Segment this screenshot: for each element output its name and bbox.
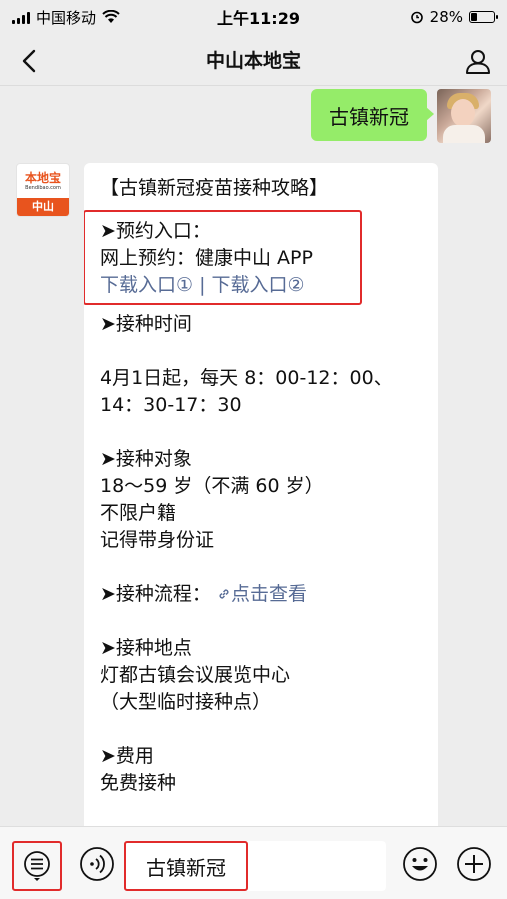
target-line-1: 18～59 岁（不满 60 岁）: [100, 475, 324, 497]
message-input[interactable]: 古镇新冠: [124, 841, 386, 891]
battery-icon: [469, 11, 498, 23]
booking-online: 网上预约：健康中山 APP: [100, 247, 313, 269]
time-line-1: 4月1日起，每天 8：00-12：00、: [100, 367, 393, 389]
emoji-icon: [403, 847, 437, 881]
time-line-2: 14：30-17：30: [100, 394, 242, 416]
link-icon: [219, 589, 229, 599]
voice-button[interactable]: [78, 845, 116, 883]
status-time: 上午11:29: [217, 9, 300, 28]
process-link-label: 点击查看: [230, 583, 307, 605]
input-value-box: 古镇新冠: [124, 841, 248, 891]
bot-avatar[interactable]: 本地宝 Bendibao.com 中山: [16, 163, 70, 217]
process-link[interactable]: 点击查看: [217, 583, 307, 605]
chevron-left-icon: [22, 49, 36, 73]
process-heading: ➤接种流程：: [100, 583, 211, 605]
location-line-2: （大型临时接种点）: [100, 691, 272, 713]
nav-bar: 中山本地宝: [0, 34, 507, 86]
target-line-3: 记得带身份证: [100, 529, 215, 551]
voice-icon: [80, 847, 114, 881]
process-line: ➤接种流程： 点击查看: [100, 581, 424, 608]
menu-list-icon: [24, 851, 50, 881]
status-bar: 中国移动 上午11:29 28%: [0, 0, 507, 34]
outgoing-bubble[interactable]: 古镇新冠: [311, 89, 434, 141]
plus-button[interactable]: [455, 845, 493, 883]
fee-heading: ➤费用: [100, 745, 154, 767]
alarm-icon: [410, 11, 423, 24]
bot-city-label: 中山: [17, 198, 69, 216]
plus-icon: [457, 847, 491, 881]
bot-logo-sub: Bendibao.com: [25, 185, 61, 191]
page-title: 中山本地宝: [205, 50, 301, 72]
signal-icon: [12, 11, 30, 24]
download-link-1[interactable]: 下载入口①: [100, 274, 193, 296]
outgoing-message: 古镇新冠: [311, 89, 491, 143]
carrier-label: 中国移动: [36, 8, 97, 27]
message-title: 【古镇新冠疫苗接种攻略】: [100, 177, 329, 199]
booking-highlight: ➤预约入口： 网上预约：健康中山 APP 下载入口① | 下载入口②: [84, 210, 362, 305]
link-separator: |: [193, 274, 212, 296]
outgoing-text: 古镇新冠: [329, 104, 409, 129]
incoming-message: 本地宝 Bendibao.com 中山 【古镇新冠疫苗接种攻略】 ➤预约入口： …: [16, 163, 438, 843]
menu-button[interactable]: [12, 841, 62, 891]
input-value: 古镇新冠: [146, 855, 226, 880]
incoming-bubble: 【古镇新冠疫苗接种攻略】 ➤预约入口： 网上预约：健康中山 APP 下载入口① …: [84, 163, 438, 843]
bot-logo-text: 本地宝: [24, 171, 61, 185]
bottom-toolbar: 古镇新冠: [0, 826, 507, 899]
fee-line-1: 免费接种: [100, 772, 177, 794]
target-line-2: 不限户籍: [100, 502, 177, 524]
status-right: 28%: [325, 8, 498, 26]
person-icon: [466, 50, 490, 74]
location-heading: ➤接种地点: [100, 637, 192, 659]
battery-percent: 28%: [429, 8, 463, 26]
emoji-button[interactable]: [401, 845, 439, 883]
user-avatar[interactable]: [437, 89, 491, 143]
back-button[interactable]: [14, 46, 44, 76]
status-left: 中国移动: [12, 7, 192, 28]
download-link-2[interactable]: 下载入口②: [212, 274, 305, 296]
time-heading: ➤接种时间: [100, 313, 192, 335]
location-line-1: 灯都古镇会议展览中心: [100, 664, 291, 686]
booking-heading: ➤预约入口：: [100, 220, 211, 242]
profile-button[interactable]: [461, 44, 495, 78]
target-heading: ➤接种对象: [100, 448, 192, 470]
wifi-icon: [102, 10, 120, 23]
booking-links: 下载入口① | 下载入口②: [100, 272, 360, 299]
battery-level: [471, 13, 478, 21]
